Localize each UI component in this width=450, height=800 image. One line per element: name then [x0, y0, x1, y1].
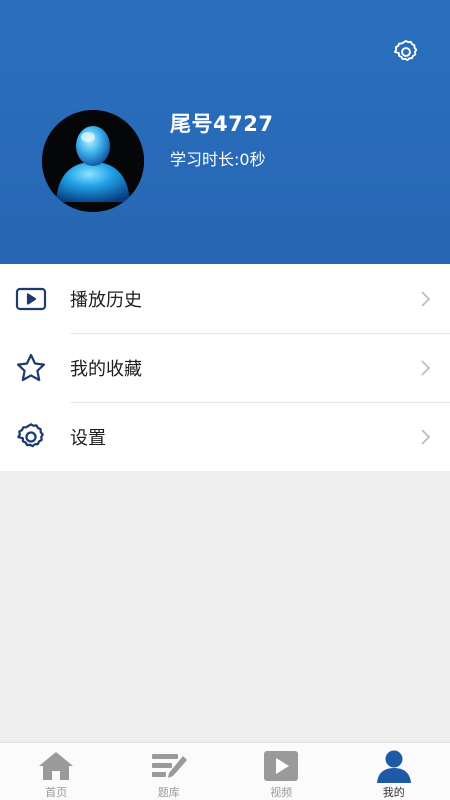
- tab-label-home: 首页: [45, 786, 68, 799]
- menu-item-play-history[interactable]: 播放历史: [0, 264, 450, 333]
- question-bank-icon: [149, 748, 189, 783]
- tab-home[interactable]: 首页: [0, 743, 113, 800]
- chevron-right-icon: [418, 428, 432, 446]
- tab-profile[interactable]: 我的: [338, 743, 450, 800]
- settings-gear-icon[interactable]: [392, 38, 420, 66]
- tab-label-profile: 我的: [382, 786, 405, 799]
- chevron-right-icon: [418, 359, 432, 377]
- menu-item-favorites[interactable]: 我的收藏: [0, 333, 450, 402]
- menu-label-settings: 设置: [70, 427, 106, 449]
- menu-item-settings[interactable]: 设置: [0, 402, 450, 471]
- user-avatar-icon: [42, 110, 144, 212]
- study-time: 学习时长:0秒: [170, 150, 266, 169]
- avatar[interactable]: [42, 110, 144, 212]
- menu-label-favorites: 我的收藏: [70, 358, 142, 380]
- bottom-tab-bar: 首页 题库 视频 我的: [0, 742, 450, 800]
- home-icon: [36, 748, 76, 783]
- menu-list: 播放历史 我的收藏 设置: [0, 264, 450, 471]
- video-icon: [261, 748, 301, 783]
- gear-icon: [14, 420, 48, 454]
- play-history-icon: [14, 282, 48, 316]
- chevron-right-icon: [418, 290, 432, 308]
- tab-label-question-bank: 题库: [157, 786, 180, 799]
- tab-question-bank[interactable]: 题库: [113, 743, 226, 800]
- tab-label-video: 视频: [270, 786, 293, 799]
- menu-label-play-history: 播放历史: [70, 289, 142, 311]
- profile-header: 尾号4727 学习时长:0秒: [0, 0, 450, 264]
- tab-video[interactable]: 视频: [225, 743, 338, 800]
- username: 尾号4727: [170, 112, 274, 136]
- profile-icon: [374, 748, 414, 783]
- star-icon: [14, 351, 48, 385]
